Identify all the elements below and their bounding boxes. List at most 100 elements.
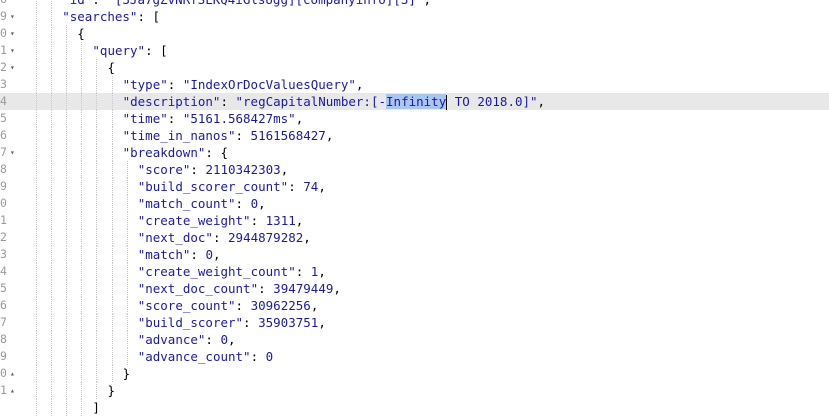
code-line[interactable]: 9 "build_scorer_count": 74, bbox=[0, 178, 829, 195]
line-number: 6 bbox=[0, 0, 7, 8]
code-line[interactable]: 1 "create_weight": 1311, bbox=[0, 212, 829, 229]
json-key: "build_scorer_count" bbox=[137, 179, 289, 194]
code-line[interactable]: ] bbox=[0, 399, 829, 416]
indent-guide bbox=[96, 178, 98, 195]
json-key: "type" bbox=[122, 77, 168, 92]
indent-guide bbox=[81, 110, 83, 127]
fold-close-icon[interactable]: ▴ bbox=[10, 365, 15, 382]
indent-guide bbox=[51, 297, 53, 314]
indent-guide bbox=[66, 110, 68, 127]
indent-guide bbox=[51, 246, 53, 263]
code-line[interactable]: 9 "advance_count": 0 bbox=[0, 348, 829, 365]
json-value: 30962256 bbox=[250, 298, 311, 313]
indent-guide bbox=[96, 246, 98, 263]
indent-guide bbox=[51, 76, 53, 93]
indent-guide bbox=[96, 212, 98, 229]
code-text: "match": 0, bbox=[138, 246, 221, 263]
json-key: "id" bbox=[62, 0, 92, 7]
indent-guide bbox=[111, 365, 113, 382]
indent-guide bbox=[51, 8, 53, 25]
line-number-gutter: 3 bbox=[0, 76, 22, 93]
code-line[interactable]: 3 "match": 0, bbox=[0, 246, 829, 263]
fold-close-icon[interactable]: ▴ bbox=[10, 382, 15, 399]
line-number: 2 bbox=[0, 230, 7, 244]
code-line[interactable]: 8 "score": 2110342303, bbox=[0, 161, 829, 178]
indent-guide bbox=[51, 365, 53, 382]
json-value: 0 bbox=[265, 349, 274, 364]
line-number: 4 bbox=[0, 94, 7, 108]
code-line[interactable]: 6 "score_count": 30962256, bbox=[0, 297, 829, 314]
code-line[interactable]: 8 "advance": 0, bbox=[0, 331, 829, 348]
line-number: 6 bbox=[0, 128, 7, 142]
code-line[interactable]: 0 ▴} bbox=[0, 365, 829, 382]
indent-guide bbox=[111, 246, 113, 263]
indent-guide bbox=[96, 229, 98, 246]
line-number-gutter: 5 bbox=[0, 110, 22, 127]
code-line[interactable]: 9 ▾ "searches": [ bbox=[0, 8, 829, 25]
json-value: 0 bbox=[220, 332, 229, 347]
code-line[interactable]: 0 "match_count": 0, bbox=[0, 195, 829, 212]
indent-guide bbox=[51, 59, 53, 76]
code-line[interactable]: 4 "create_weight_count": 1, bbox=[0, 263, 829, 280]
code-line[interactable]: 6 "id": "[3Ja7gZvNRfSLKQ4iGlsUgg][company… bbox=[0, 0, 829, 8]
indent-guide bbox=[111, 314, 113, 331]
code-line[interactable]: 2 "next_doc": 2944879282, bbox=[0, 229, 829, 246]
indent-guide bbox=[111, 229, 113, 246]
json-value: 0 bbox=[205, 247, 213, 262]
indent-guide bbox=[126, 229, 128, 246]
code-text: "type": "IndexOrDocValuesQuery", bbox=[123, 76, 364, 93]
code-line[interactable]: 1 ▾ "query": [ bbox=[0, 42, 829, 59]
indent-guide bbox=[66, 76, 68, 93]
json-key: "match_count" bbox=[137, 196, 236, 211]
code-text: "description": "regCapitalNumber:[-Infin… bbox=[123, 93, 545, 110]
json-value: "regCapitalNumber:[- bbox=[235, 94, 387, 109]
indent-guide bbox=[36, 348, 37, 365]
code-line[interactable]: 5 "time": "5161.568427ms", bbox=[0, 110, 829, 127]
indent-guide bbox=[81, 263, 83, 280]
indent-guide bbox=[51, 314, 53, 331]
indent-guide bbox=[96, 331, 98, 348]
fold-open-icon[interactable]: ▾ bbox=[10, 25, 15, 42]
indent-guide bbox=[126, 161, 128, 178]
fold-open-icon[interactable]: ▾ bbox=[10, 59, 15, 76]
line-number: 1 bbox=[0, 43, 7, 57]
code-line[interactable]: 2 ▾ { bbox=[0, 59, 829, 76]
json-code-editor[interactable]: 6 "id": "[3Ja7gZvNRfSLKQ4iGlsUgg][company… bbox=[0, 0, 829, 416]
json-punctuation: , bbox=[280, 162, 289, 177]
json-punctuation: : bbox=[295, 264, 311, 279]
code-line[interactable]: 7 ▾ "breakdown": { bbox=[0, 144, 829, 161]
indent-guide bbox=[96, 382, 98, 399]
indent-guide bbox=[81, 331, 83, 348]
code-text: "next_doc_count": 39479449, bbox=[138, 280, 341, 297]
code-text: "breakdown": { bbox=[123, 144, 228, 161]
indent-guide bbox=[81, 399, 83, 416]
fold-open-icon[interactable]: ▾ bbox=[10, 8, 15, 25]
line-number-gutter: 7 ▾ bbox=[0, 144, 22, 161]
code-line[interactable]: 1 ▴} bbox=[0, 382, 829, 399]
fold-open-icon[interactable]: ▾ bbox=[10, 144, 15, 161]
code-line[interactable]: 3 "type": "IndexOrDocValuesQuery", bbox=[0, 76, 829, 93]
json-punctuation: , bbox=[295, 111, 304, 126]
indent-guide bbox=[96, 365, 98, 382]
code-text: "advance_count": 0 bbox=[138, 348, 273, 365]
indent-guide bbox=[51, 195, 53, 212]
code-text: "id": "[3Ja7gZvNRfSLKQ4iGlsUgg][companyi… bbox=[62, 0, 431, 8]
code-text: "time_in_nanos": 5161568427, bbox=[123, 127, 334, 144]
json-punctuation: { bbox=[77, 26, 85, 41]
json-punctuation: : bbox=[167, 111, 183, 126]
code-line[interactable]: 6 "time_in_nanos": 5161568427, bbox=[0, 127, 829, 144]
indent-guide bbox=[81, 212, 83, 229]
code-line[interactable]: 0 ▾ { bbox=[0, 25, 829, 42]
line-number: 0 bbox=[0, 196, 7, 210]
json-key: "match" bbox=[137, 247, 191, 262]
json-punctuation: , bbox=[258, 196, 266, 211]
json-punctuation: , bbox=[325, 128, 334, 143]
indent-guide bbox=[36, 8, 37, 25]
fold-open-icon[interactable]: ▾ bbox=[10, 42, 15, 59]
json-punctuation: , bbox=[333, 281, 341, 296]
code-line[interactable]: 4 "description": "regCapitalNumber:[-Infi… bbox=[0, 93, 829, 110]
code-line[interactable]: 5 "next_doc_count": 39479449, bbox=[0, 280, 829, 297]
code-line[interactable]: 7 "build_scorer": 35903751, bbox=[0, 314, 829, 331]
line-number-gutter: 1 ▾ bbox=[0, 42, 22, 59]
indent-guide bbox=[36, 212, 37, 229]
